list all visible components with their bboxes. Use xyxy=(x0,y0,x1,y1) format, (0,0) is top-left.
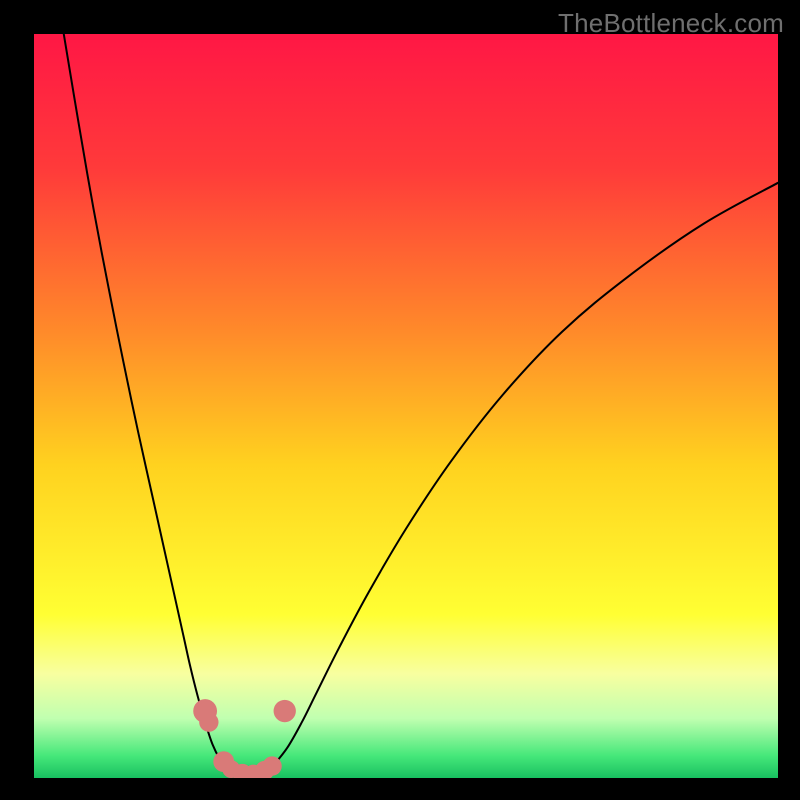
outer-frame: TheBottleneck.com xyxy=(0,0,800,800)
marker-8 xyxy=(274,700,296,722)
marker-1 xyxy=(199,713,218,732)
marker-7 xyxy=(262,756,281,775)
plot-area xyxy=(34,34,778,778)
gradient-background xyxy=(34,34,778,778)
chart-svg xyxy=(34,34,778,778)
